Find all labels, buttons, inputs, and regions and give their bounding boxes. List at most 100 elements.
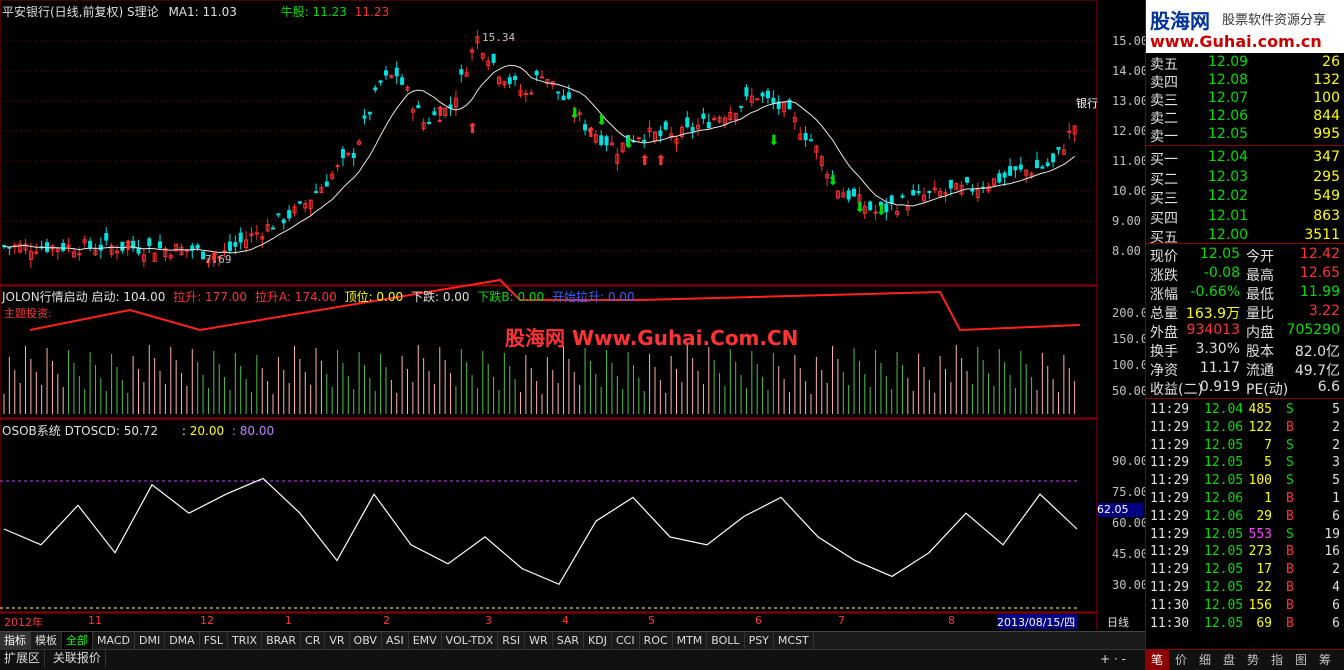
tab-related-quotes[interactable]: 关联报价 bbox=[49, 650, 106, 667]
stat-label: 内盘 bbox=[1246, 325, 1274, 341]
bid-row-label: 买四 bbox=[1150, 210, 1178, 227]
indicator-tab[interactable]: VOL-TDX bbox=[442, 632, 499, 649]
indicator-tab[interactable]: SAR bbox=[553, 632, 585, 649]
indicator-tab[interactable]: WR bbox=[525, 632, 553, 649]
stat-value: 11.99 bbox=[1299, 284, 1340, 300]
stat-value: -0.66% bbox=[1190, 284, 1240, 300]
stat-value: 11.17 bbox=[1199, 360, 1240, 376]
tick-count: 4 bbox=[1332, 580, 1340, 595]
candle-body bbox=[809, 139, 813, 142]
month-label: 3 bbox=[485, 614, 492, 627]
quote-tab[interactable]: 笔 bbox=[1145, 650, 1169, 670]
quote-tab[interactable]: 势 bbox=[1241, 650, 1265, 670]
indicator-tab[interactable]: ROC bbox=[640, 632, 673, 649]
ask-row[interactable]: 卖二 12.06 844 bbox=[1146, 107, 1344, 127]
candle-body bbox=[427, 121, 432, 124]
tick-count: 6 bbox=[1332, 615, 1340, 631]
indicator-tab[interactable]: TRIX bbox=[228, 632, 263, 649]
ind2-name: OSOB系统 bbox=[2, 424, 61, 438]
candle-body bbox=[755, 98, 760, 101]
indicator-tab[interactable]: MCST bbox=[774, 632, 814, 649]
indicator-tab[interactable]: MACD bbox=[93, 632, 135, 649]
indicator-tab[interactable]: CCI bbox=[612, 632, 640, 649]
tick-side: B bbox=[1286, 597, 1294, 613]
indicator-tab[interactable]: BOLL bbox=[707, 632, 745, 649]
quote-tab[interactable]: 筹 bbox=[1313, 650, 1337, 670]
bid-row[interactable]: 买四 12.01 863 bbox=[1146, 207, 1344, 227]
indicator-tab[interactable]: 模板 bbox=[31, 632, 62, 649]
bid-row[interactable]: 买二 12.03 295 bbox=[1146, 168, 1344, 188]
stat-label: 股本 bbox=[1246, 344, 1274, 360]
indicator-tab[interactable]: BRAR bbox=[262, 632, 302, 649]
quote-tab[interactable]: 指 bbox=[1265, 650, 1289, 670]
ind1-xiadie: 下跌: 0.00 bbox=[410, 290, 470, 304]
ind1-name: JOLON行情启动 bbox=[2, 290, 88, 304]
candle-body bbox=[566, 92, 571, 99]
chart-canvas[interactable]: ⬆⬆⬆⬆ ⬆⬆ ⬆⬇ ⬇⬇ ⬇⬇⬇ ⬇ bbox=[0, 0, 1098, 630]
candle-body bbox=[658, 130, 663, 137]
indicator-tab[interactable]: 全部 bbox=[62, 632, 93, 649]
candle-body bbox=[45, 242, 50, 252]
bid-row[interactable]: 买三 12.02 549 bbox=[1146, 187, 1344, 207]
tick-volume: 273 bbox=[1248, 544, 1272, 560]
candle-body bbox=[706, 121, 711, 129]
candle-body bbox=[1018, 164, 1023, 170]
quote-tab[interactable]: 盘 bbox=[1217, 650, 1241, 670]
tick-count: 16 bbox=[1324, 544, 1340, 560]
candle-body bbox=[534, 70, 539, 76]
chart-area[interactable]: ⬆ ⬆ ⬆ ⬆ ⬆ ⬆ ⬆ ⬇ ⬇ ⬇ ⬇ ⬇ ⬇ ⬇ 平安银行(日线,前复权) S理论 MA1: 11.… bbox=[0, 0, 1148, 630]
tick-count: 3 bbox=[1332, 455, 1340, 471]
candle-body bbox=[529, 92, 534, 95]
tab-extension[interactable]: 扩展区 bbox=[0, 650, 46, 667]
candle-body bbox=[335, 165, 340, 168]
indicator2-info: OSOB系统 DTOSCD: 50.72 : 20.00 : 80.00 bbox=[2, 422, 274, 439]
tick-price: 12.05 bbox=[1204, 455, 1244, 471]
indicator-tab[interactable]: DMA bbox=[165, 632, 200, 649]
ind1-subtitle: 主题投资: bbox=[4, 307, 52, 320]
candle-body bbox=[1013, 166, 1018, 171]
ask-row[interactable]: 卖三 12.07 100 bbox=[1146, 89, 1344, 109]
tick-time: 11:29 bbox=[1150, 562, 1190, 578]
indicator-tab[interactable]: KDJ bbox=[584, 632, 612, 649]
tick-time: 11:29 bbox=[1150, 491, 1190, 506]
quote-tab[interactable]: 价 bbox=[1169, 650, 1193, 670]
tick-row: 11:30 12.05 69 B 6 bbox=[1146, 616, 1344, 634]
indicator-tab[interactable]: DMI bbox=[135, 632, 166, 649]
tick-time: 11:29 bbox=[1150, 508, 1190, 524]
candle-body bbox=[1040, 166, 1045, 169]
candle-body bbox=[281, 219, 286, 224]
period-label[interactable]: 日线 bbox=[1107, 614, 1129, 630]
stat-value: 6.6 bbox=[1317, 379, 1340, 395]
stats-ticks-divider bbox=[1146, 398, 1344, 399]
zoom-controls[interactable]: + · - bbox=[1100, 652, 1126, 666]
indicator-tab[interactable]: FSL bbox=[200, 632, 228, 649]
tick-volume: 29 bbox=[1256, 508, 1272, 524]
bid-row-volume: 347 bbox=[1313, 149, 1340, 165]
tick-volume: 7 bbox=[1264, 437, 1272, 453]
indicator-tab[interactable]: EMV bbox=[409, 632, 442, 649]
tick-row: 11:29 12.05 7 S 2 bbox=[1146, 438, 1344, 456]
quote-tab[interactable]: 细 bbox=[1193, 650, 1217, 670]
candle-body bbox=[276, 213, 281, 216]
bid-row[interactable]: 买一 12.04 347 bbox=[1146, 148, 1344, 168]
stat-value: 49.7亿 bbox=[1294, 363, 1340, 379]
ask-row[interactable]: 卖一 12.05 995 bbox=[1146, 125, 1344, 145]
candle-body bbox=[561, 95, 566, 101]
candle-body bbox=[195, 244, 200, 249]
candle-body bbox=[642, 139, 647, 142]
indicator-tab[interactable]: 指标 bbox=[0, 632, 31, 649]
down-arrow-icon: ⬇ bbox=[596, 113, 608, 129]
ask-row[interactable]: 卖四 12.08 132 bbox=[1146, 71, 1344, 91]
stat-value: 12.65 bbox=[1299, 265, 1340, 281]
indicator-tab[interactable]: MTM bbox=[673, 632, 708, 649]
month-label: 6 bbox=[755, 614, 762, 627]
logo-brand: 股海网 bbox=[1150, 9, 1210, 33]
indicator-tab[interactable]: OBV bbox=[350, 632, 382, 649]
indicator-tab[interactable]: RSI bbox=[498, 632, 526, 649]
quote-tab[interactable]: 图 bbox=[1289, 650, 1313, 670]
indicator-tab[interactable]: CR bbox=[301, 632, 326, 649]
indicator-tab[interactable]: VR bbox=[325, 632, 350, 649]
indicator-tab[interactable]: ASI bbox=[382, 632, 409, 649]
ask-row[interactable]: 卖五 12.09 26 bbox=[1146, 53, 1344, 73]
indicator-tab[interactable]: PSY bbox=[745, 632, 774, 649]
